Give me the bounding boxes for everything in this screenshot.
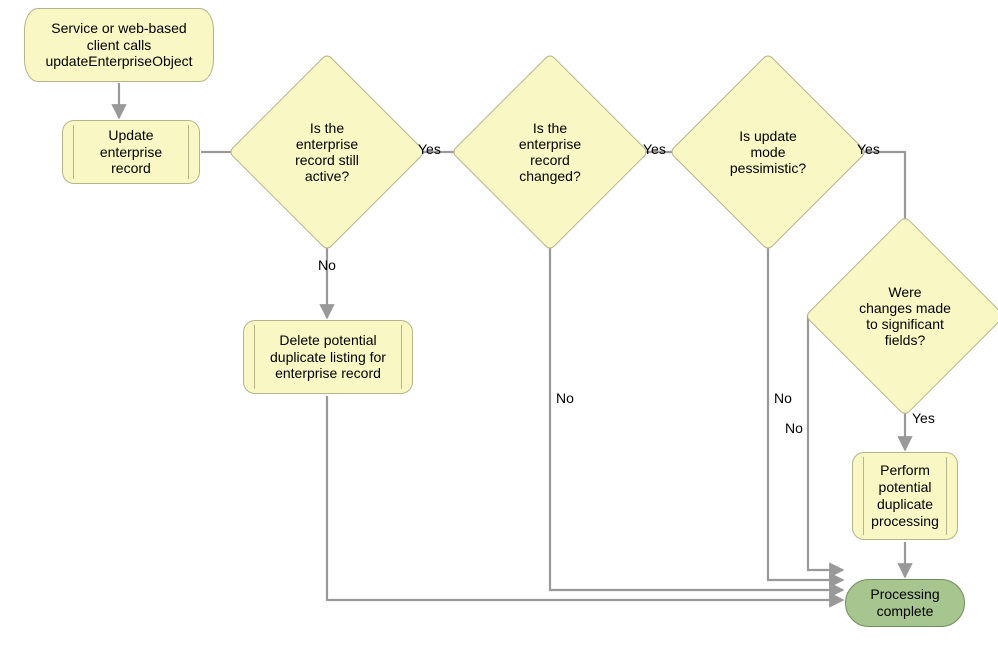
terminal-text: Processingcomplete (870, 586, 939, 620)
decision-record-active-text: Is theenterpriserecord stillactive? (295, 120, 359, 184)
start-event-text: Service or web-basedclient callsupdateEn… (45, 20, 192, 70)
edge-label-active-yes: Yes (418, 141, 441, 157)
process-update-text: Updateenterpriserecord (100, 127, 162, 177)
decision-record-active: Is theenterpriserecord stillactive? (257, 82, 397, 222)
edge-label-active-no: No (318, 257, 336, 273)
decision-update-mode-pessimistic: Is updatemodepessimistic? (698, 82, 838, 222)
flowchart-canvas: Service or web-basedclient callsupdateEn… (0, 0, 998, 667)
edge-label-changed-yes: Yes (643, 141, 666, 157)
decision-significant-fields: Werechanges madeto significantfields? (834, 245, 976, 387)
edge-label-mode-no: No (774, 390, 792, 406)
process-perform-text: Performpotentialduplicateprocessing (871, 462, 939, 529)
process-delete-duplicate-listing: Delete potentialduplicate listing forent… (243, 320, 413, 394)
decision-significant-fields-text: Werechanges madeto significantfields? (859, 284, 951, 348)
start-event: Service or web-basedclient callsupdateEn… (24, 8, 214, 82)
terminal-processing-complete: Processingcomplete (845, 579, 965, 627)
process-delete-text: Delete potentialduplicate listing forent… (270, 332, 386, 382)
process-perform-duplicate-processing: Performpotentialduplicateprocessing (852, 452, 958, 540)
decision-update-mode-text: Is updatemodepessimistic? (730, 128, 806, 176)
edge-label-mode-yes: Yes (857, 141, 880, 157)
decision-record-changed-text: Is theenterpriserecordchanged? (519, 120, 581, 184)
decision-record-changed: Is theenterpriserecordchanged? (480, 82, 620, 222)
edge-label-sig-yes: Yes (912, 410, 935, 426)
edge-label-changed-no: No (556, 390, 574, 406)
process-update-enterprise-record: Updateenterpriserecord (62, 120, 200, 184)
edge-label-sig-no: No (785, 420, 803, 436)
